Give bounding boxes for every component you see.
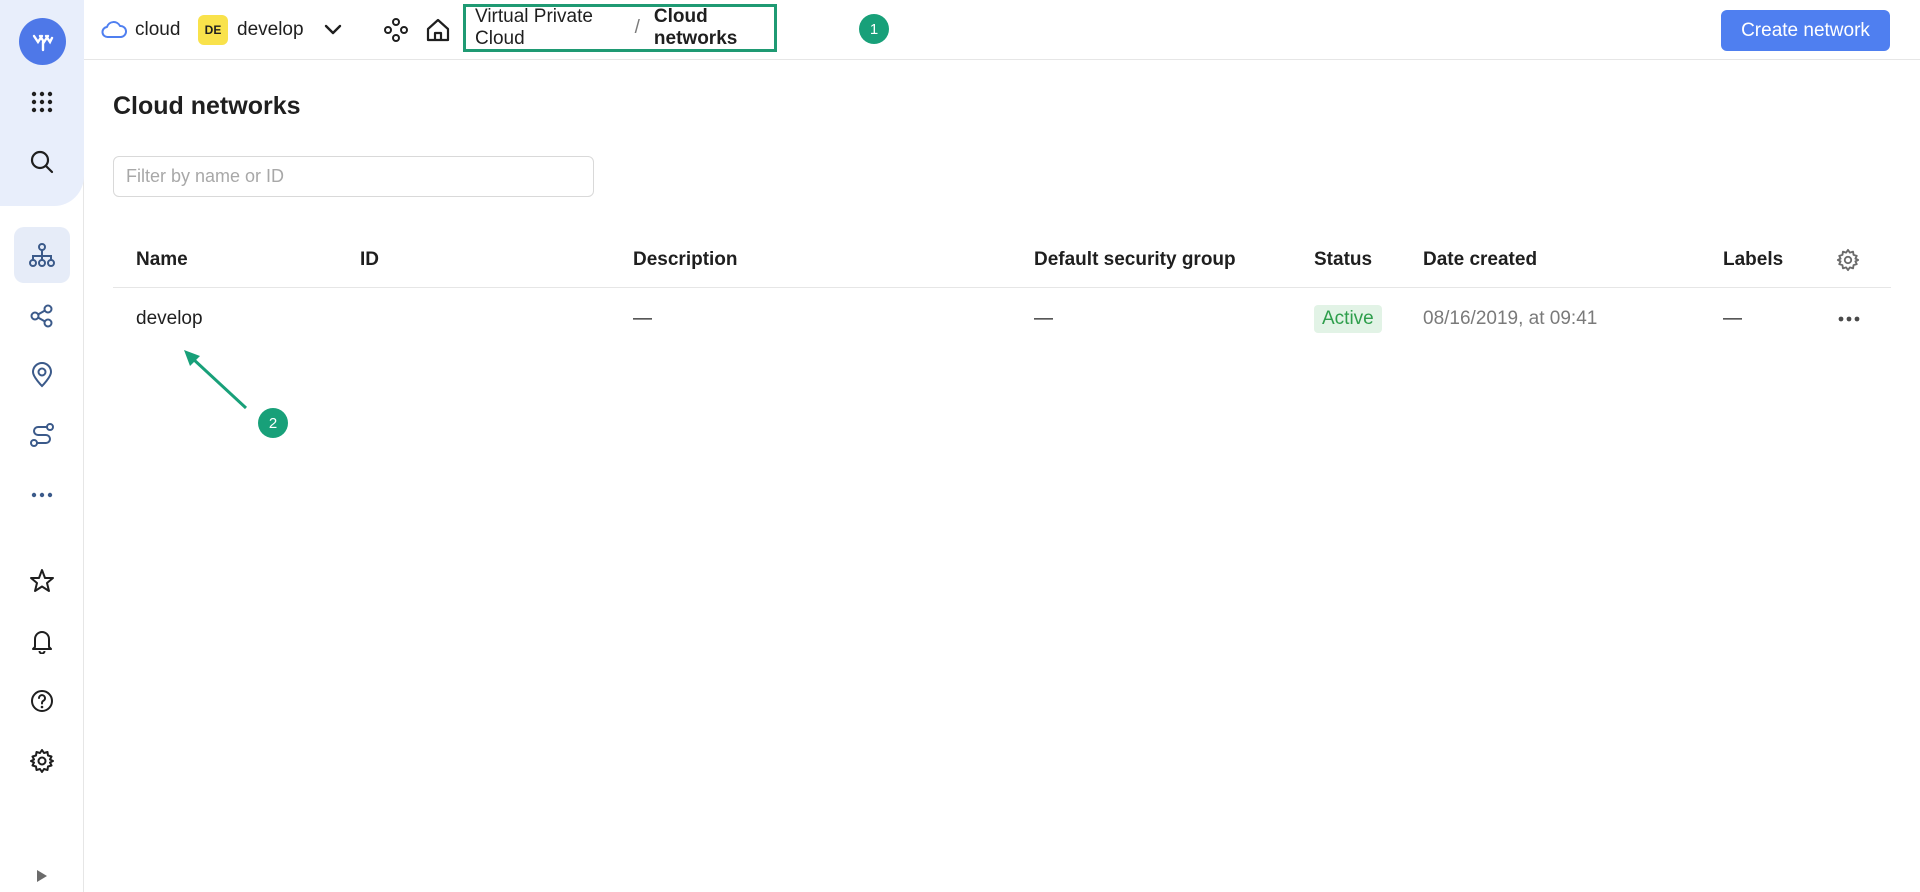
star-icon[interactable] [14, 553, 70, 609]
table-header: Name ID Description Default security gro… [113, 232, 1891, 288]
bell-icon[interactable] [14, 613, 70, 669]
ycloud-logo-icon[interactable] [19, 18, 66, 65]
cloud-label: cloud [135, 19, 181, 40]
column-header-name[interactable]: Name [136, 232, 188, 288]
table-settings-gear-icon[interactable] [1836, 232, 1860, 288]
chevron-down-icon[interactable] [324, 24, 342, 36]
cell-description: — [633, 308, 652, 329]
column-header-status[interactable]: Status [1314, 232, 1372, 288]
gear-icon[interactable] [14, 733, 70, 789]
create-network-button[interactable]: Create network [1721, 10, 1890, 51]
expand-triangle-icon[interactable] [30, 866, 54, 886]
folder-label: develop [237, 19, 304, 40]
app-root: cloud DE develop Virtual Private Cloud /… [0, 0, 1920, 892]
search-icon[interactable] [14, 134, 70, 190]
cell-name[interactable]: develop [136, 289, 203, 349]
column-header-id[interactable]: ID [360, 232, 379, 288]
cell-date-created: 08/16/2019, at 09:41 [1423, 308, 1598, 329]
route-icon[interactable] [14, 407, 70, 463]
column-header-labels[interactable]: Labels [1723, 232, 1783, 288]
breadcrumb-current: Cloud networks [653, 6, 738, 49]
more-horizontal-icon[interactable] [14, 467, 70, 523]
column-header-description[interactable]: Description [633, 232, 738, 288]
filter-input[interactable] [113, 156, 594, 197]
cell-status: Active [1314, 289, 1382, 349]
sidebar [0, 0, 84, 892]
step-badge-2: 2 [258, 408, 288, 438]
page-title: Cloud networks [113, 92, 301, 120]
cell-security-group: — [1034, 308, 1053, 329]
network-icon[interactable] [14, 227, 70, 283]
breadcrumb-service[interactable]: Virtual Private Cloud [475, 6, 621, 50]
status-badge: Active [1314, 305, 1382, 333]
apps-grid-icon[interactable] [14, 74, 70, 130]
table-row[interactable]: develop — — Active 08/16/2019, at 09:41 … [113, 289, 1891, 349]
folder-selector[interactable]: DE develop [198, 0, 342, 60]
column-header-security-group[interactable]: Default security group [1034, 232, 1236, 288]
cell-labels: — [1723, 308, 1742, 329]
cloud-selector[interactable]: cloud [101, 0, 180, 60]
breadcrumb: Virtual Private Cloud / Cloud networks [463, 4, 777, 52]
top-header: cloud DE develop Virtual Private Cloud /… [84, 0, 1920, 60]
home-icon[interactable] [425, 0, 451, 60]
location-pin-icon[interactable] [14, 347, 70, 403]
share-nodes-icon[interactable] [14, 288, 70, 344]
row-actions-more-icon[interactable] [1837, 289, 1861, 349]
services-icon[interactable] [383, 0, 409, 60]
column-header-date-created[interactable]: Date created [1423, 232, 1537, 288]
breadcrumb-separator: / [634, 17, 640, 38]
annotation-arrow [184, 350, 248, 410]
help-icon[interactable] [14, 673, 70, 729]
folder-badge: DE [198, 15, 228, 45]
step-badge-1: 1 [859, 14, 889, 44]
cloud-icon [101, 20, 127, 40]
